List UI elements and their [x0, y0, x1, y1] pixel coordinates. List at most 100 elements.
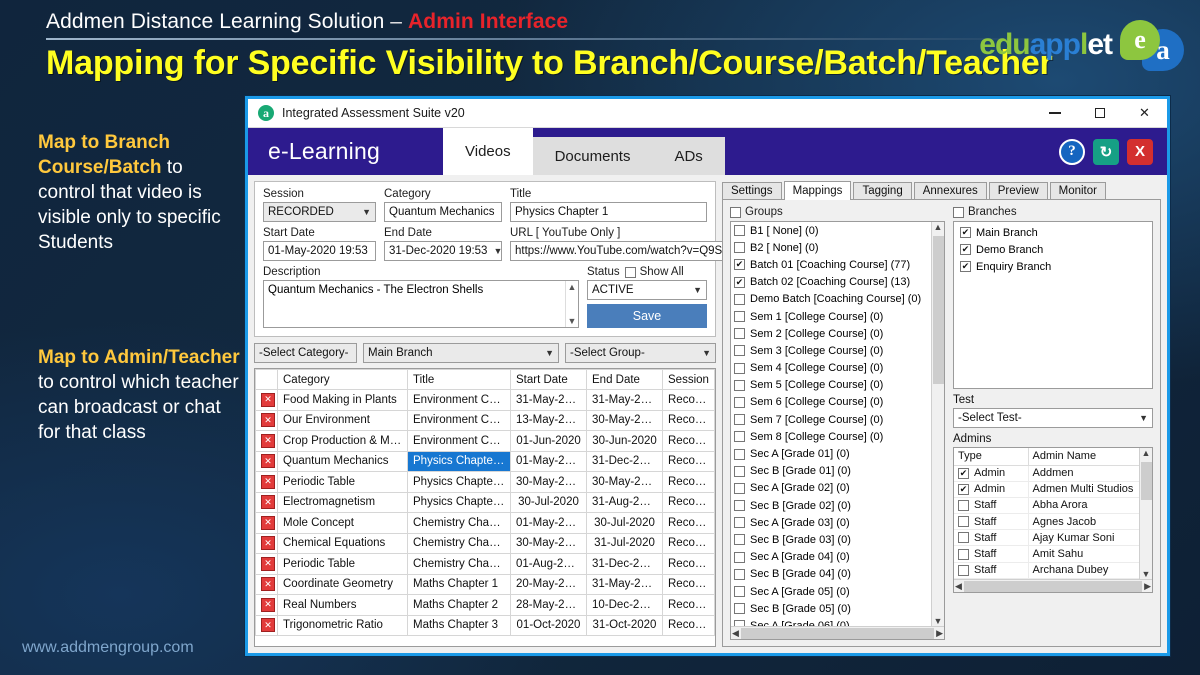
checkbox-icon[interactable] [734, 414, 745, 426]
delete-icon[interactable]: ✕ [261, 433, 275, 448]
delete-icon[interactable]: ✕ [261, 515, 275, 530]
checkbox-icon[interactable] [734, 276, 745, 288]
checkbox-icon[interactable] [734, 482, 745, 494]
close-app-icon[interactable]: X [1127, 138, 1153, 165]
row-category[interactable]: Mole Concept [277, 512, 408, 534]
row-delete-cell[interactable]: ✕ [255, 491, 278, 513]
checkbox-icon[interactable] [734, 586, 745, 598]
table-row[interactable]: ✕ Periodic Table Physics Chapter 2 30-May-2… [255, 471, 715, 493]
row-session[interactable]: Recorded [662, 553, 715, 575]
admin-type-cell[interactable]: Staff [954, 513, 1029, 531]
delete-icon[interactable]: ✕ [261, 618, 275, 633]
checkbox-icon[interactable] [734, 259, 745, 271]
admin-type-cell[interactable]: Staff [954, 562, 1029, 579]
admins-scroll-thumb[interactable] [1140, 462, 1152, 500]
admins-vertical-scrollbar[interactable]: ▲ ▼ [1139, 448, 1152, 579]
category-filter[interactable]: -Select Category- ▼ [254, 343, 357, 363]
row-session[interactable]: Recorded [662, 573, 715, 595]
right-tab-monitor[interactable]: Monitor [1049, 182, 1106, 199]
admin-row[interactable]: Staff Abha Arora [954, 497, 1152, 515]
row-delete-cell[interactable]: ✕ [255, 573, 278, 595]
col-category[interactable]: Category [277, 369, 408, 390]
tab-documents[interactable]: Documents [532, 137, 653, 175]
checkbox-icon[interactable] [958, 500, 969, 512]
row-category[interactable]: Quantum Mechanics [277, 450, 408, 472]
row-start-date[interactable]: 13-May-2020 [510, 409, 587, 431]
group-item[interactable]: Sem 3 [College Course] (0) [731, 342, 931, 359]
row-start-date[interactable]: 01-Aug-2020 [510, 553, 587, 575]
checkbox-icon[interactable] [734, 500, 745, 512]
row-session[interactable]: Recorded [662, 389, 715, 411]
admin-type-cell[interactable]: Staff [954, 497, 1029, 515]
right-tab-annexures[interactable]: Annexures [913, 182, 987, 199]
admin-type-cell[interactable]: Staff [954, 545, 1029, 563]
row-end-date[interactable]: 31-Oct-2020 [586, 614, 663, 636]
group-item[interactable]: Sem 5 [College Course] (0) [731, 377, 931, 394]
row-title[interactable]: Environment Chapte... [407, 389, 511, 411]
checkbox-icon[interactable] [734, 293, 745, 305]
url-input[interactable]: https://www.YouTube.com/watch?v=Q9SI1F [510, 241, 744, 261]
row-start-date[interactable]: 30-May-2020 [510, 471, 587, 493]
branch-item[interactable]: Main Branch [957, 224, 1149, 241]
group-item[interactable]: Demo Batch [Coaching Course] (0) [731, 291, 931, 308]
row-start-date[interactable]: 20-May-2020 [510, 573, 587, 595]
col-end-date[interactable]: End Date [586, 369, 663, 390]
group-item[interactable]: Sec A [Grade 03] (0) [731, 514, 931, 531]
delete-icon[interactable]: ✕ [261, 597, 275, 612]
group-item[interactable]: Sec B [Grade 02] (0) [731, 497, 931, 514]
delete-icon[interactable]: ✕ [261, 392, 275, 407]
table-row[interactable]: ✕ Trigonometric Ratio Maths Chapter 3 01-Oc… [255, 614, 715, 636]
checkbox-icon[interactable] [734, 225, 745, 237]
scroll-down-icon[interactable]: ▼ [1142, 569, 1151, 579]
row-delete-cell[interactable]: ✕ [255, 389, 278, 411]
checkbox-icon[interactable] [734, 568, 745, 580]
table-row[interactable]: ✕ Chemical Equations Chemistry Chapter 2 30… [255, 532, 715, 554]
minimize-button[interactable] [1032, 99, 1077, 128]
row-end-date[interactable]: 31-Dec-2020 [586, 553, 663, 575]
row-delete-cell[interactable]: ✕ [255, 553, 278, 575]
description-textarea[interactable]: Quantum Mechanics - The Electron Shells … [263, 280, 579, 328]
end-date-picker[interactable]: 31-Dec-2020 19:53 ▼ [384, 241, 502, 261]
checkbox-icon[interactable] [958, 548, 969, 560]
tab-ads[interactable]: ADs [652, 137, 725, 175]
checkbox-icon[interactable] [734, 448, 745, 460]
group-item[interactable]: B2 [ None] (0) [731, 239, 931, 256]
checkbox-icon[interactable] [734, 431, 745, 443]
checkbox-icon[interactable] [958, 532, 969, 544]
col-start-date[interactable]: Start Date [510, 369, 587, 390]
checkbox-icon[interactable] [734, 534, 745, 546]
group-item[interactable]: Sec B [Grade 03] (0) [731, 531, 931, 548]
admins-horizontal-scrollbar[interactable]: ◀ ▶ [954, 579, 1152, 592]
admins-hscroll-thumb[interactable] [963, 580, 1143, 592]
row-start-date[interactable]: 01-May-2020 [510, 512, 587, 534]
group-item[interactable]: Sec A [Grade 05] (0) [731, 583, 931, 600]
checkbox-icon[interactable] [958, 516, 969, 528]
show-all-checkbox[interactable]: Show All [624, 266, 684, 278]
table-row[interactable]: ✕Our EnvironmentEnvironment Chapte...13-… [255, 409, 715, 431]
row-delete-cell[interactable]: ✕ [255, 409, 278, 431]
admins-listbox[interactable]: Type Admin Name Admin Addmen Admin Admen Mu… [953, 447, 1153, 593]
row-start-date[interactable]: 31-May-2020 [510, 389, 587, 411]
row-delete-cell[interactable]: ✕ [255, 594, 278, 616]
status-select[interactable]: ACTIVE ▼ [587, 280, 707, 300]
group-item[interactable]: Sec B [Grade 05] (0) [731, 600, 931, 617]
row-start-date[interactable]: 01-Jun-2020 [510, 430, 587, 452]
row-title[interactable]: Chemistry Chapter 3 [407, 553, 511, 575]
group-item[interactable]: Sec A [Grade 04] (0) [731, 549, 931, 566]
row-session[interactable]: Recorded [662, 450, 715, 472]
admin-type-cell[interactable]: Admin [954, 481, 1029, 498]
delete-icon[interactable]: ✕ [261, 474, 275, 489]
row-title[interactable]: Environment Chapte... [407, 409, 511, 431]
admin-row[interactable]: Admin Admen Multi Studios [954, 481, 1152, 498]
description-scrollbar[interactable]: ▲ ▼ [565, 281, 578, 327]
checkbox-icon[interactable] [960, 244, 971, 256]
group-item[interactable]: Sem 4 [College Course] (0) [731, 360, 931, 377]
group-item[interactable]: Batch 02 [Coaching Course] (13) [731, 274, 931, 291]
right-tab-settings[interactable]: Settings [722, 182, 782, 199]
row-title[interactable]: Physics Chapter 3 [407, 491, 511, 513]
groups-hscroll-thumb[interactable] [740, 627, 935, 639]
refresh-icon[interactable]: ↻ [1093, 138, 1119, 165]
group-item[interactable]: Sec A [Grade 06] (0) [731, 617, 931, 626]
row-session[interactable]: Recorded [662, 430, 715, 452]
row-delete-cell[interactable]: ✕ [255, 532, 278, 554]
